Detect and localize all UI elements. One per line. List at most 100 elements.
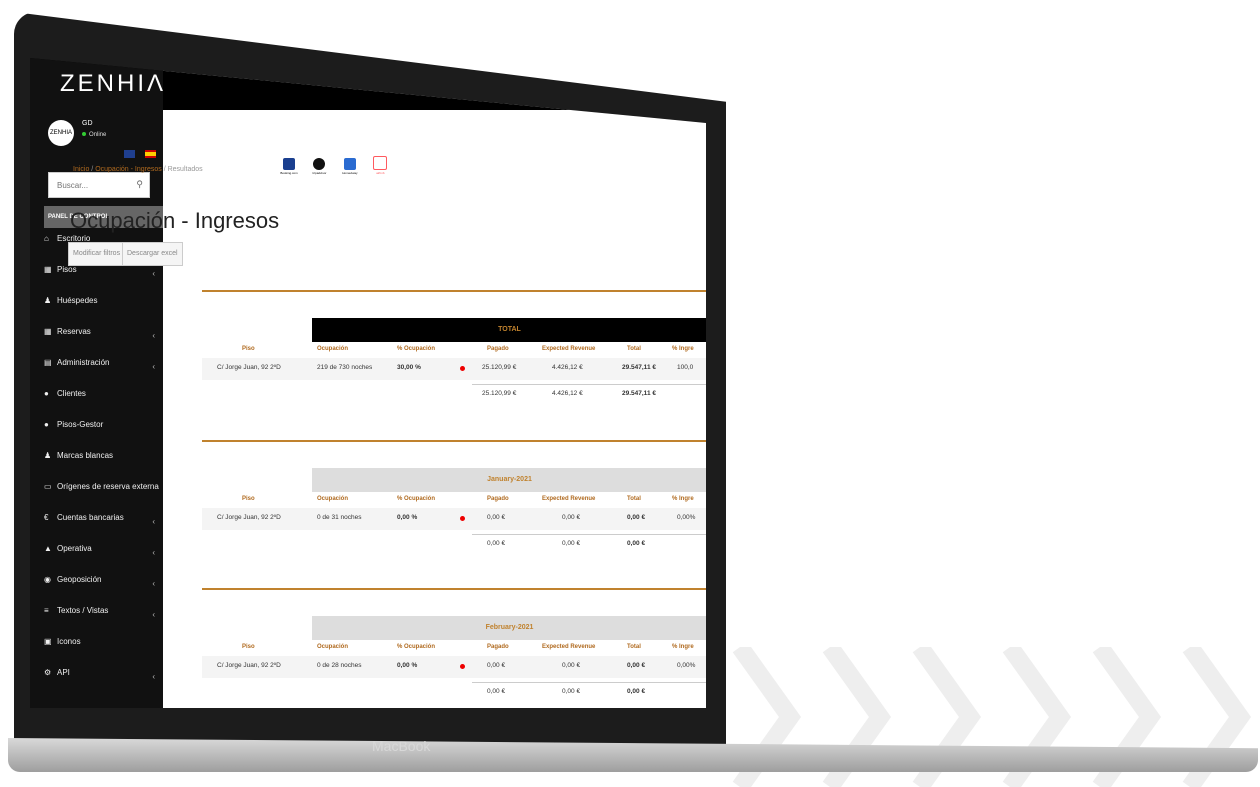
- col-pct-ingresos: % Ingre: [672, 496, 694, 502]
- sidebar-item-iconos[interactable]: ▣ Iconos: [44, 637, 163, 668]
- sidebar-item-origenes[interactable]: ▭ Orígenes de reserva externa: [44, 482, 163, 513]
- sidebar-item-pisos-gestor[interactable]: ● Pisos-Gestor: [44, 420, 163, 451]
- col-pct-ocupacion: % Ocupación: [397, 496, 436, 502]
- status-dot-icon: [460, 664, 465, 669]
- col-ocupacion: Ocupación: [317, 346, 349, 352]
- cell-pct: 30,00 %: [397, 364, 421, 371]
- sum-pagado: 0,00 €: [487, 540, 506, 547]
- clients-icon: ●: [44, 389, 49, 398]
- breadcrumb: Inicio / Ocupación - Ingresos / Resultad…: [73, 166, 203, 173]
- search-icon[interactable]: ⚲: [136, 179, 143, 190]
- breadcrumb-section[interactable]: Ocupación - Ingresos: [95, 166, 162, 173]
- breadcrumb-current: Resultados: [167, 166, 203, 173]
- period-header: January-2021: [312, 468, 706, 492]
- chart-icon: ▤: [44, 358, 52, 367]
- col-total: Total: [627, 346, 641, 352]
- col-ocupacion: Ocupación: [317, 496, 349, 502]
- sidebar-item-reservas[interactable]: ▦ Reservas ‹: [44, 327, 163, 358]
- cell-total: 29.547,11 €: [622, 364, 656, 371]
- sidebar-item-label: Pisos-Gestor: [57, 420, 104, 429]
- manager-icon: ●: [44, 420, 49, 429]
- sum-total: 0,00 €: [627, 688, 646, 695]
- online-dot-icon: [82, 132, 86, 136]
- cell-pct-ingresos: 0,00%: [677, 514, 696, 521]
- cell-ocupacion: 0 de 28 noches: [317, 662, 362, 669]
- sidebar-item-label: Reservas: [57, 327, 91, 336]
- sidebar-item-label: Iconos: [57, 637, 81, 646]
- sidebar-item-label: Pisos: [57, 265, 77, 274]
- sidebar-item-administracion[interactable]: ▤ Administración ‹: [44, 358, 163, 389]
- sidebar-item-marcas-blancas[interactable]: ♟ Marcas blancas: [44, 451, 163, 482]
- sidebar-item-clientes[interactable]: ● Clientes: [44, 389, 163, 420]
- col-piso: Piso: [242, 346, 255, 352]
- sidebar-item-textos[interactable]: ≡ Textos / Vistas ‹: [44, 606, 163, 637]
- cell-expected: 0,00 €: [562, 514, 581, 521]
- sum-pagado: 25.120,99 €: [482, 390, 517, 397]
- sidebar: ZENHIΛ ZENHIA GD Online ⚲ PANEL DE CONTR…: [30, 58, 167, 708]
- sidebar-item-huespedes[interactable]: ♟ Huéspedes: [44, 296, 163, 327]
- search-box: ⚲: [48, 172, 150, 198]
- breadcrumb-home[interactable]: Inicio: [73, 166, 89, 173]
- provider-logos: Booking.com tripadvisor HomeAway airbnb: [280, 156, 397, 179]
- col-pct-ingresos: % Ingre: [672, 346, 694, 352]
- sidebar-item-label: Orígenes de reserva externa: [57, 482, 159, 491]
- col-piso: Piso: [242, 496, 255, 502]
- chevron-left-icon: ‹: [152, 579, 155, 588]
- col-pagado: Pagado: [487, 346, 509, 352]
- cell-piso: C/ Jorge Juan, 92 2ºD: [217, 514, 281, 521]
- cell-ocupacion: 219 de 730 noches: [317, 364, 373, 371]
- period-header: February-2021: [312, 616, 706, 640]
- col-total: Total: [627, 644, 641, 650]
- cell-ocupacion: 0 de 31 noches: [317, 514, 362, 521]
- status-dot-icon: [460, 516, 465, 521]
- search-input[interactable]: [55, 180, 129, 191]
- col-total: Total: [627, 496, 641, 502]
- cell-expected: 0,00 €: [562, 662, 581, 669]
- sidebar-nav: ⌂ Escritorio ▦ Pisos ‹ ♟ Huéspedes ▦ Reservas…: [44, 234, 163, 699]
- col-pagado: Pagado: [487, 644, 509, 650]
- sidebar-item-label: Textos / Vistas: [57, 606, 109, 615]
- sidebar-item-cuentas[interactable]: € Cuentas bancarias ‹: [44, 513, 163, 544]
- app-logo[interactable]: ZENHIΛ: [60, 70, 166, 98]
- chevron-left-icon: ‹: [152, 517, 155, 526]
- col-ocupacion: Ocupación: [317, 644, 349, 650]
- sidebar-item-geoposicion[interactable]: ◉ Geoposición ‹: [44, 575, 163, 606]
- main-content: [163, 58, 706, 708]
- spain-flag-icon[interactable]: [145, 150, 156, 158]
- sum-pagado: 0,00 €: [487, 688, 506, 695]
- col-pct-ocupacion: % Ocupación: [397, 644, 436, 650]
- cell-piso: C/ Jorge Juan, 92 2ºD: [217, 662, 281, 669]
- sum-expected: 0,00 €: [562, 688, 581, 695]
- sidebar-item-label: Clientes: [57, 389, 86, 398]
- sidebar-item-label: Administración: [57, 358, 110, 367]
- breadcrumb-separator: /: [163, 166, 166, 173]
- airbnb-logo: airbnb: [371, 156, 389, 175]
- home-icon: ⌂: [44, 234, 49, 243]
- uk-flag-icon[interactable]: [124, 150, 135, 158]
- tag-icon: ♟: [44, 451, 52, 460]
- text-icon: ≡: [44, 606, 49, 615]
- col-expected: Expected Revenue: [542, 644, 596, 650]
- sidebar-item-api[interactable]: ⚙ API ‹: [44, 668, 163, 699]
- cell-pagado: 25.120,99 €: [482, 364, 517, 371]
- cell-total: 0,00 €: [627, 662, 646, 669]
- sidebar-item-pisos[interactable]: ▦ Pisos ‹: [44, 265, 163, 296]
- cell-piso: C/ Jorge Juan, 92 2ºD: [217, 364, 281, 371]
- download-excel-button[interactable]: Descargar excel: [122, 242, 183, 266]
- col-expected: Expected Revenue: [542, 346, 596, 352]
- api-icon: ⚙: [44, 668, 52, 677]
- page-title: Ocupación - Ingresos: [70, 208, 280, 233]
- avatar[interactable]: ZENHIA: [48, 120, 74, 146]
- sidebar-item-operativa[interactable]: ▲ Operativa ‹: [44, 544, 163, 575]
- cell-pagado: 0,00 €: [487, 514, 506, 521]
- sum-total: 29.547,11 €: [622, 390, 656, 397]
- status-dot-icon: [460, 366, 465, 371]
- col-pct-ingresos: % Ingre: [672, 644, 694, 650]
- cell-pct-ingresos: 0,00%: [677, 662, 696, 669]
- sidebar-item-label: API: [57, 668, 70, 677]
- modify-filters-button[interactable]: Modificar filtros: [68, 242, 126, 266]
- sidebar-item-label: Marcas blancas: [57, 451, 114, 460]
- col-pct-ocupacion: % Ocupación: [397, 346, 436, 352]
- col-pagado: Pagado: [487, 496, 509, 502]
- period-header: TOTAL: [312, 318, 706, 342]
